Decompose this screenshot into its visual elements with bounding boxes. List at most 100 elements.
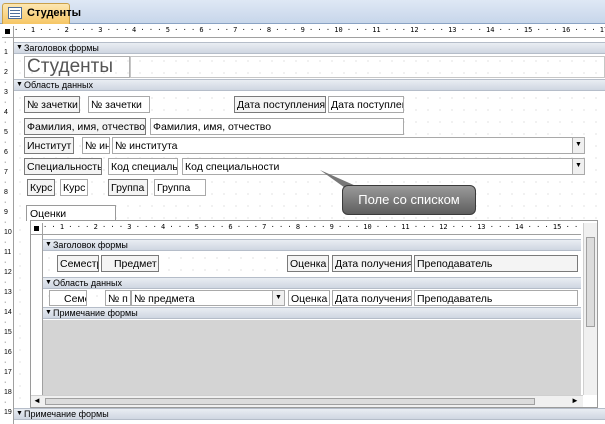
form-icon: [8, 7, 22, 19]
subform-ruler-marks: · · 1 · · · 2 · · · 3 · · · 4 · · · 5 · …: [43, 223, 581, 231]
institute-label[interactable]: Институт: [24, 137, 74, 154]
vertical-ruler-mark: 17: [4, 369, 12, 376]
vertical-ruler-mark: ·: [4, 139, 7, 146]
subform-teacher-field[interactable]: Преподаватель: [414, 290, 578, 306]
chevron-down-icon[interactable]: ▼: [572, 159, 584, 174]
subform-ruler-corner[interactable]: [31, 223, 43, 235]
subform-subject-combo[interactable]: № предмета ▼: [131, 290, 285, 306]
subform-num-field[interactable]: № п: [105, 290, 131, 306]
subform-vertical-ruler: [31, 235, 43, 395]
vertical-ruler-mark: 1: [4, 49, 8, 56]
fullname-label[interactable]: Фамилия, имя, отчество: [24, 118, 146, 135]
subform-header-grade[interactable]: Оценка: [287, 255, 329, 272]
subform-subject-combo-value: № предмета: [134, 293, 195, 305]
subform-tab[interactable]: Оценки студента: [26, 205, 116, 232]
fullname-field[interactable]: Фамилия, имя, отчество: [150, 118, 404, 135]
vertical-ruler-mark: 12: [4, 269, 12, 276]
institute-combo-value: № института: [115, 140, 178, 152]
tab-students[interactable]: Студенты: [2, 3, 81, 24]
vertical-ruler-mark: 16: [4, 349, 12, 356]
vertical-ruler-mark: 6: [4, 149, 8, 156]
subform-semester-field[interactable]: Семестр: [49, 290, 87, 306]
institute-combo[interactable]: № института ▼: [112, 137, 585, 154]
vertical-ruler-mark: 4: [4, 109, 8, 116]
subform-section-detail[interactable]: Область данных: [43, 277, 581, 289]
subform-header-semester[interactable]: Семестр: [57, 255, 99, 272]
vertical-ruler-mark: ·: [4, 159, 7, 166]
section-form-footer[interactable]: Примечание формы: [14, 408, 605, 420]
chevron-down-icon[interactable]: ▼: [272, 291, 284, 305]
vertical-ruler-mark: 9: [4, 209, 8, 216]
subform-header-subject[interactable]: Предмет: [101, 255, 159, 272]
section-label: Область данных: [53, 278, 122, 288]
vertical-ruler-mark: ·: [4, 359, 7, 366]
vertical-ruler-mark: 2: [4, 69, 8, 76]
vertical-ruler-mark: ·: [4, 179, 7, 186]
subform-date-field[interactable]: Дата получения: [332, 290, 412, 306]
section-label: Заголовок формы: [24, 43, 99, 53]
subform-section-footer[interactable]: Примечание формы: [43, 307, 581, 319]
institute-num-label[interactable]: № ин: [82, 137, 110, 154]
section-label: Область данных: [24, 80, 93, 90]
subform-header-date[interactable]: Дата получения: [332, 255, 412, 272]
tab-label: Студенты: [27, 7, 81, 19]
vertical-ruler-mark: ·: [4, 39, 7, 46]
vertical-ruler-mark: ·: [4, 299, 7, 306]
vertical-ruler-mark: ·: [4, 239, 7, 246]
grade-book-label[interactable]: № зачетки: [24, 96, 80, 113]
subform-empty-area: [43, 320, 581, 395]
vertical-ruler-mark: ·: [4, 99, 7, 106]
arrow-left-icon[interactable]: ◄: [33, 396, 41, 405]
vertical-ruler-mark: ·: [4, 199, 7, 206]
vertical-ruler-mark: 19: [4, 409, 12, 416]
vertical-ruler-mark: ·: [4, 279, 7, 286]
scrollbar-thumb[interactable]: [45, 398, 535, 405]
grade-book-field[interactable]: № зачетки: [88, 96, 150, 113]
subform-grade-field[interactable]: Оценка: [288, 290, 330, 306]
form-title-label[interactable]: Студенты: [24, 56, 130, 78]
vertical-ruler-mark: ·: [4, 79, 7, 86]
subform-header-teacher[interactable]: Преподаватель: [414, 255, 578, 272]
section-form-header[interactable]: Заголовок формы: [14, 42, 605, 54]
section-detail[interactable]: Область данных: [14, 79, 605, 91]
vertical-ruler-mark: 5: [4, 129, 8, 136]
vertical-ruler-mark: 15: [4, 329, 12, 336]
specialty-code-label[interactable]: Код специаль: [108, 158, 178, 175]
specialty-combo-value: Код специальности: [185, 161, 280, 173]
vertical-ruler-mark: ·: [4, 399, 7, 406]
vertical-ruler-mark: 13: [4, 289, 12, 296]
vertical-ruler-mark: 8: [4, 189, 8, 196]
admission-date-label[interactable]: Дата поступления: [234, 96, 326, 113]
arrow-right-icon[interactable]: ►: [571, 396, 579, 405]
course-label[interactable]: Курс: [27, 179, 55, 196]
group-field[interactable]: Группа: [154, 179, 206, 196]
specialty-label[interactable]: Специальность: [24, 158, 102, 175]
vertical-ruler-mark: ·: [4, 59, 7, 66]
subform-horizontal-scrollbar[interactable]: ◄ ►: [31, 395, 583, 407]
scrollbar-thumb[interactable]: [586, 237, 595, 327]
vertical-ruler-mark: ·: [4, 259, 7, 266]
vertical-ruler-mark: 11: [4, 249, 12, 256]
ruler-marks: · · 1 · · · 2 · · · 3 · · · 4 · · · 5 · …: [14, 26, 605, 34]
admission-date-field[interactable]: Дата поступлен: [328, 96, 404, 113]
vertical-ruler-mark: 14: [4, 309, 12, 316]
combo-box-callout: Поле со списком: [342, 185, 476, 215]
chevron-down-icon[interactable]: ▼: [572, 138, 584, 153]
subform-vertical-scrollbar[interactable]: [583, 223, 597, 395]
vertical-ruler: · 1 · 2 · 3 · 4 · 5 · 6 · 7 · 8 · 9 · 10 · 11 · 12 · 13 · 14 · 15 · 16 ·…: [2, 38, 14, 424]
subform-container[interactable]: · · 1 · · · 2 · · · 3 · · · 4 · · · 5 · …: [30, 220, 598, 408]
specialty-combo[interactable]: Код специальности ▼: [182, 158, 585, 175]
section-label: Заголовок формы: [53, 240, 128, 250]
ruler-corner[interactable]: [2, 26, 14, 38]
horizontal-ruler: · · 1 · · · 2 · · · 3 · · · 4 · · · 5 · …: [14, 26, 605, 38]
vertical-ruler-mark: 10: [4, 229, 12, 236]
form-header-box: [130, 56, 605, 78]
vertical-ruler-mark: 3: [4, 89, 8, 96]
group-label[interactable]: Группа: [108, 179, 148, 196]
vertical-ruler-mark: ·: [4, 119, 7, 126]
section-label: Примечание формы: [53, 308, 138, 318]
course-field[interactable]: Курс: [60, 179, 88, 196]
vertical-ruler-mark: ·: [4, 319, 7, 326]
vertical-ruler-mark: ·: [4, 379, 7, 386]
subform-section-header[interactable]: Заголовок формы: [43, 239, 581, 251]
